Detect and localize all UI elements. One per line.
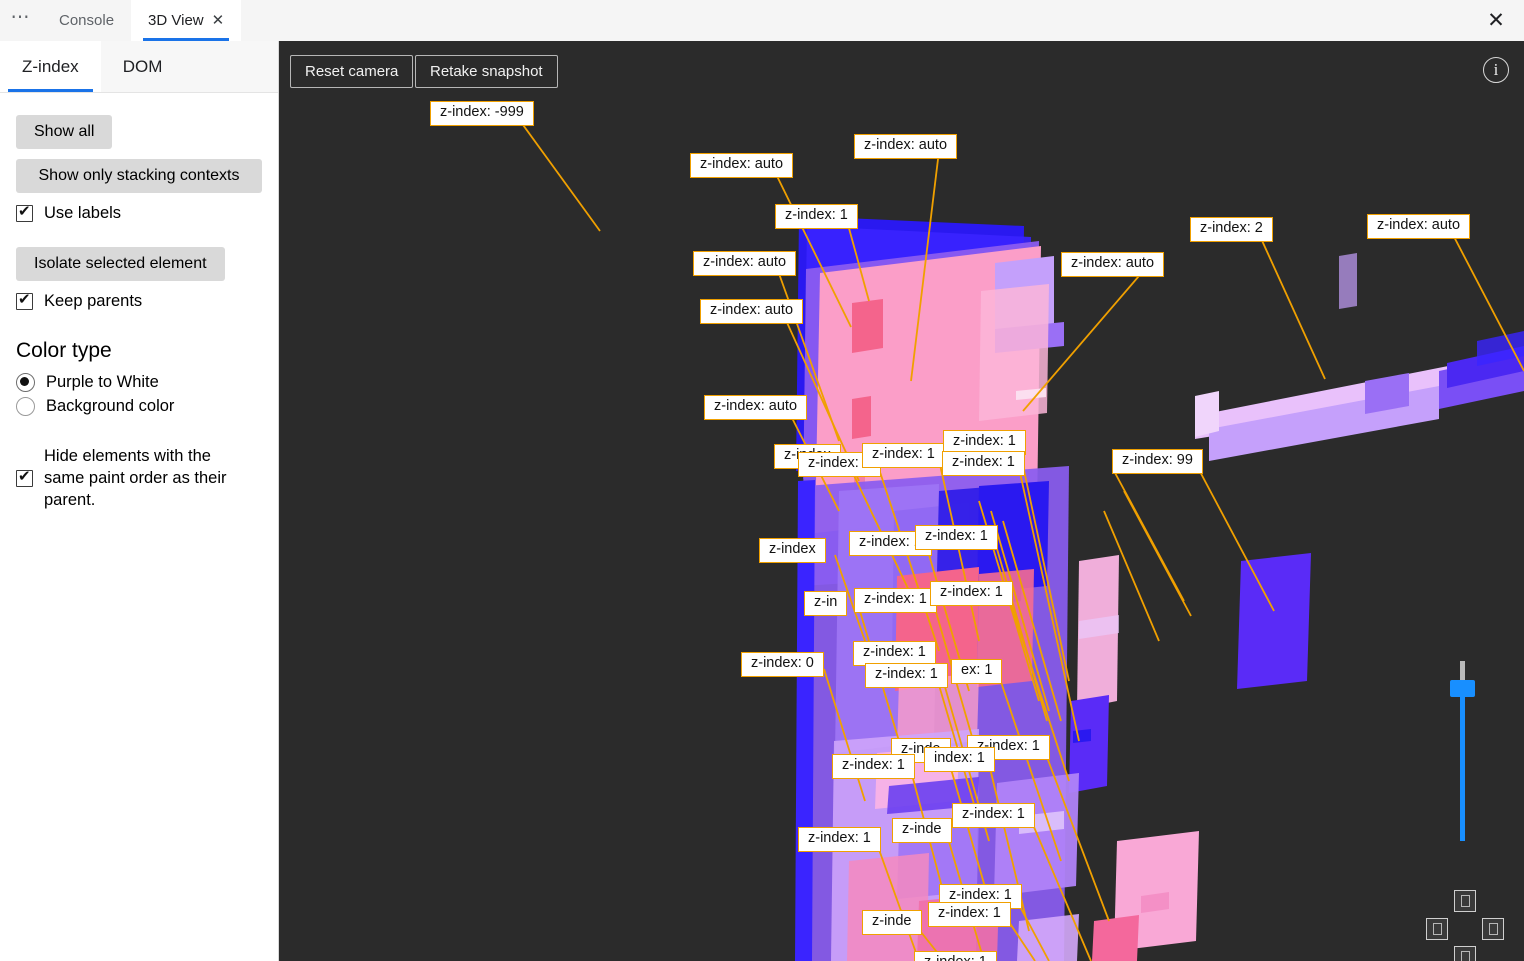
z-index-label[interactable]: z-index: 1	[928, 902, 1011, 927]
radio-background-color[interactable]: Background color	[16, 396, 262, 416]
sidebar-controls: Show all Show only stacking contexts Use…	[0, 93, 278, 512]
z-index-label[interactable]: z-index: 1	[862, 443, 945, 468]
z-index-label[interactable]: z-inde	[862, 910, 922, 935]
hide-same-paint-order-checkbox-row[interactable]: Hide elements with the same paint order …	[16, 446, 262, 512]
z-index-label[interactable]: z-index: 1	[915, 525, 998, 550]
z-index-label[interactable]: z-index: 1	[942, 451, 1025, 476]
tab-3d-view-label: 3D View	[148, 12, 204, 29]
z-index-label[interactable]: index: 1	[924, 747, 995, 772]
hide-same-paint-order-label: Hide elements with the same paint order …	[44, 446, 227, 509]
tab-console-label: Console	[59, 12, 115, 29]
tab-overflow-icon[interactable]: ⋯	[0, 0, 42, 41]
arrow-down-icon[interactable]	[1454, 946, 1476, 961]
checkbox-icon[interactable]	[16, 203, 33, 223]
z-index-label[interactable]: z-index: auto	[1367, 214, 1471, 239]
tab-console[interactable]: Console	[42, 0, 131, 41]
arrow-right-icon[interactable]	[1482, 918, 1504, 940]
isolate-selected-element-button[interactable]: Isolate selected element	[16, 246, 225, 281]
z-index-label[interactable]: z-index: auto	[700, 299, 804, 324]
show-all-button[interactable]: Show all	[16, 115, 113, 149]
zoom-slider[interactable]	[1450, 661, 1475, 841]
z-index-label[interactable]: ex: 1	[951, 659, 1003, 684]
info-icon[interactable]: i	[1483, 57, 1509, 83]
use-labels-checkbox-row[interactable]: Use labels	[16, 203, 262, 225]
z-index-label[interactable]: z-index: 2	[1190, 217, 1273, 242]
close-icon[interactable]: ✕	[212, 13, 225, 28]
three-d-view-canvas[interactable]: Reset camera Retake snapshot i z-index: …	[279, 41, 1524, 961]
arrow-left-icon[interactable]	[1426, 918, 1448, 940]
z-index-label[interactable]: z-index: auto	[1061, 252, 1165, 277]
z-index-label[interactable]: z-index: auto	[704, 395, 808, 420]
z-index-label[interactable]: z-index: 1	[914, 951, 997, 961]
sidebar-tab-z-index-label: Z-index	[22, 56, 79, 76]
close-icon[interactable]: ✕	[1468, 0, 1524, 41]
sidebar-tab-dom[interactable]: DOM	[101, 41, 185, 92]
info-icon-glyph: i	[1493, 60, 1499, 79]
radio-purple-to-white[interactable]: Purple to White	[16, 372, 262, 392]
zoom-slider-thumb[interactable]	[1450, 680, 1475, 697]
z-index-label[interactable]: z-index: 99	[1112, 449, 1203, 474]
z-index-label[interactable]: z-index: 1	[775, 204, 858, 229]
camera-pan-dpad[interactable]	[1420, 886, 1510, 961]
z-index-label[interactable]: z-in	[804, 591, 848, 616]
z-index-label[interactable]: z-index	[759, 538, 826, 563]
z-index-label[interactable]: z-index: 1	[832, 754, 915, 779]
show-only-stacking-contexts-button[interactable]: Show only stacking contexts	[16, 159, 262, 193]
arrow-up-icon[interactable]	[1454, 890, 1476, 912]
use-labels-label: Use labels	[44, 204, 122, 222]
z-index-label[interactable]: z-index: 1	[930, 581, 1013, 606]
z-index-label[interactable]: z-index: auto	[693, 251, 797, 276]
z-index-label[interactable]: z-index: 0	[741, 652, 824, 677]
sidebar: Z-index DOM Show all Show only stacking …	[0, 41, 279, 961]
reset-camera-button[interactable]: Reset camera	[290, 55, 414, 88]
browser-tab-bar: ⋯ Console 3D View ✕ ✕	[0, 0, 1524, 41]
isolate-selected-element-row: Isolate selected element	[16, 246, 262, 281]
checkbox-icon[interactable]	[16, 468, 33, 488]
sidebar-tab-z-index[interactable]: Z-index	[0, 41, 101, 92]
retake-snapshot-button[interactable]: Retake snapshot	[415, 55, 558, 88]
checkbox-icon[interactable]	[16, 291, 33, 311]
sidebar-tab-strip: Z-index DOM	[0, 41, 278, 93]
show-all-row: Show all	[16, 115, 262, 149]
z-index-label[interactable]: z-index: auto	[854, 134, 958, 159]
z-index-label[interactable]: z-index: 1	[865, 663, 948, 688]
z-index-label[interactable]: z-index: 1	[952, 803, 1035, 828]
keep-parents-label: Keep parents	[44, 291, 143, 310]
keep-parents-checkbox-row[interactable]: Keep parents	[16, 291, 262, 313]
z-index-label[interactable]: z-index: auto	[690, 153, 794, 178]
z-index-label[interactable]: z-index: 1	[854, 588, 937, 613]
radio-purple-to-white-label: Purple to White	[46, 372, 159, 391]
radio-background-color-label: Background color	[46, 396, 175, 415]
tab-3d-view[interactable]: 3D View ✕	[131, 0, 242, 41]
sidebar-tab-dom-label: DOM	[122, 56, 163, 76]
show-only-stacking-contexts-row: Show only stacking contexts	[16, 159, 262, 193]
z-index-label[interactable]: z-inde	[892, 818, 952, 843]
zoom-slider-track-filled[interactable]	[1460, 683, 1465, 841]
radio-icon[interactable]	[16, 372, 35, 392]
z-index-label[interactable]: z-index: 1	[798, 827, 881, 852]
color-type-heading: Color type	[16, 338, 112, 362]
radio-icon[interactable]	[16, 396, 35, 416]
z-index-label[interactable]: z-index: -999	[430, 101, 534, 126]
